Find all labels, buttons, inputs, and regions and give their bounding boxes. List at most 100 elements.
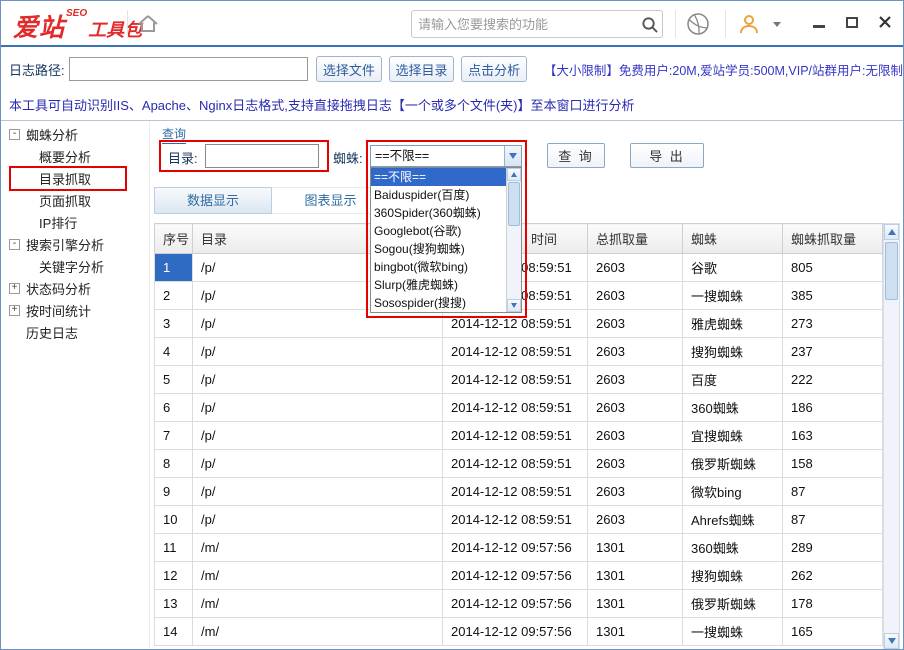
query-button[interactable]: 查 询 [547, 143, 605, 168]
table-cell: /m/ [193, 534, 443, 562]
table-cell: 6 [155, 394, 193, 422]
spider-option[interactable]: Slurp(雅虎蜘蛛) [371, 276, 521, 294]
sidebar-item[interactable]: -搜索引擎分析 [1, 233, 149, 255]
sidebar-item[interactable]: 关键字分析 [1, 255, 149, 277]
table-cell: /p/ [193, 422, 443, 450]
table-row[interactable]: 6/p/2014-12-12 08:59:512603360蜘蛛186 [155, 394, 883, 422]
table-cell: 2014-12-12 08:59:51 [443, 366, 588, 394]
drag-drop-notice: 本工具可自动识别IIS、Apache、Nginx日志格式,支持直接拖拽日志【一个… [1, 91, 903, 121]
spider-option[interactable]: Baiduspider(百度) [371, 186, 521, 204]
table-cell: 360蜘蛛 [683, 534, 783, 562]
minimize-button[interactable] [811, 14, 827, 30]
table-scrollbar[interactable] [883, 223, 900, 650]
table-cell: 2014-12-12 09:57:56 [443, 618, 588, 646]
expand-icon[interactable]: + [9, 283, 20, 294]
home-icon[interactable] [137, 14, 159, 39]
scroll-up-icon[interactable] [884, 224, 899, 240]
sidebar-item-active[interactable]: 目录抓取 [1, 167, 149, 189]
search-icon[interactable] [636, 16, 662, 33]
table-cell: 2014-12-12 08:59:51 [443, 338, 588, 366]
table-cell: /m/ [193, 618, 443, 646]
table-cell: 2603 [588, 254, 683, 282]
table-cell: 2603 [588, 366, 683, 394]
app-logo: 爱站SEO工具包 [13, 8, 142, 44]
table-row[interactable]: 9/p/2014-12-12 08:59:512603微软bing87 [155, 478, 883, 506]
log-path-input[interactable] [69, 57, 308, 81]
chevron-down-icon[interactable] [504, 146, 521, 166]
sidebar-item[interactable]: IP排行 [1, 211, 149, 233]
globe-icon[interactable] [685, 11, 711, 42]
sidebar-item-label: 目录抓取 [39, 169, 91, 188]
maximize-button[interactable] [844, 14, 860, 30]
scroll-down-icon[interactable] [884, 633, 899, 649]
column-header[interactable]: 蜘蛛 [683, 224, 783, 254]
query-section-title[interactable]: 查询 [162, 125, 186, 144]
spider-option[interactable]: Sosospider(搜搜) [371, 294, 521, 312]
spider-option[interactable]: bingbot(微软bing) [371, 258, 521, 276]
spider-option[interactable]: ==不限== [371, 168, 521, 186]
spider-option[interactable]: 360Spider(360蜘蛛) [371, 204, 521, 222]
table-cell: 谷歌 [683, 254, 783, 282]
scrollbar-thumb[interactable] [508, 182, 520, 226]
spider-select[interactable]: ==不限== [370, 145, 522, 167]
main-panel: 查询 目录: 蜘蛛: ==不限== 查 询 导 出 数据显示 图表显示 序号目录… [149, 121, 903, 649]
table-cell: /m/ [193, 562, 443, 590]
export-button[interactable]: 导 出 [630, 143, 704, 168]
column-header[interactable]: 序号 [155, 224, 193, 254]
expand-icon[interactable]: + [9, 305, 20, 316]
close-button[interactable] [877, 14, 893, 30]
sidebar-item-label: 按时间统计 [26, 301, 91, 320]
table-cell: 2014-12-12 08:59:51 [443, 478, 588, 506]
search-input[interactable] [412, 17, 636, 32]
divider [127, 10, 128, 38]
table-row[interactable]: 5/p/2014-12-12 08:59:512603百度222 [155, 366, 883, 394]
table-row[interactable]: 7/p/2014-12-12 08:59:512603宜搜蜘蛛163 [155, 422, 883, 450]
sidebar-item[interactable]: +状态码分析 [1, 277, 149, 299]
table-row[interactable]: 13/m/2014-12-12 09:57:561301俄罗斯蜘蛛178 [155, 590, 883, 618]
select-file-button[interactable]: 选择文件 [316, 56, 382, 82]
sidebar-item[interactable]: + 按时间统计 [1, 299, 149, 321]
table-cell: 87 [783, 506, 883, 534]
sidebar-item[interactable]: 页面抓取 [1, 189, 149, 211]
log-path-label: 日志路径: [9, 60, 65, 79]
table-cell: /p/ [193, 338, 443, 366]
table-cell: 7 [155, 422, 193, 450]
dir-input[interactable] [205, 144, 319, 168]
column-header[interactable]: 总抓取量 [588, 224, 683, 254]
column-header[interactable]: 蜘蛛抓取量 [783, 224, 883, 254]
sidebar-item[interactable]: 概要分析 [1, 145, 149, 167]
analyze-button[interactable]: 点击分析 [461, 56, 527, 82]
user-icon[interactable] [737, 12, 761, 41]
table-row[interactable]: 11/m/2014-12-12 09:57:561301360蜘蛛289 [155, 534, 883, 562]
logo-text-main: 爱站 [13, 14, 65, 42]
table-cell: 2014-12-12 09:57:56 [443, 534, 588, 562]
spider-option[interactable]: Googlebot(谷歌) [371, 222, 521, 240]
scroll-up-icon[interactable] [507, 168, 521, 181]
sidebar-tree: -蜘蛛分析概要分析目录抓取页面抓取IP排行-搜索引擎分析关键字分析+状态码分析+… [1, 121, 149, 649]
divider [725, 10, 726, 38]
table-row[interactable]: 10/p/2014-12-12 08:59:512603Ahrefs蜘蛛87 [155, 506, 883, 534]
table-row[interactable]: 3/p/2014-12-12 08:59:512603雅虎蜘蛛273 [155, 310, 883, 338]
sidebar-item-label: 蜘蛛分析 [26, 125, 78, 144]
sidebar-item[interactable]: 历史日志 [1, 321, 149, 343]
table-cell: 2603 [588, 310, 683, 338]
table-cell: 1 [155, 254, 193, 282]
tab-data-display[interactable]: 数据显示 [154, 187, 272, 214]
table-cell: 360蜘蛛 [683, 394, 783, 422]
scroll-down-icon[interactable] [507, 299, 521, 312]
collapse-icon[interactable]: - [9, 239, 20, 250]
spider-option[interactable]: Sogou(搜狗蜘蛛) [371, 240, 521, 258]
table-cell: 俄罗斯蜘蛛 [683, 590, 783, 618]
table-row[interactable]: 12/m/2014-12-12 09:57:561301搜狗蜘蛛262 [155, 562, 883, 590]
sidebar-item[interactable]: -蜘蛛分析 [1, 123, 149, 145]
table-row[interactable]: 8/p/2014-12-12 08:59:512603俄罗斯蜘蛛158 [155, 450, 883, 478]
collapse-icon[interactable]: - [9, 129, 20, 140]
table-cell: 2603 [588, 478, 683, 506]
table-row[interactable]: 14/m/2014-12-12 09:57:561301一搜蜘蛛165 [155, 618, 883, 646]
caret-down-icon[interactable] [773, 22, 781, 27]
dropdown-scrollbar[interactable] [506, 168, 521, 312]
table-row[interactable]: 4/p/2014-12-12 08:59:512603搜狗蜘蛛237 [155, 338, 883, 366]
table-cell: /m/ [193, 590, 443, 618]
select-dir-button[interactable]: 选择目录 [389, 56, 455, 82]
scrollbar-thumb[interactable] [885, 242, 898, 300]
